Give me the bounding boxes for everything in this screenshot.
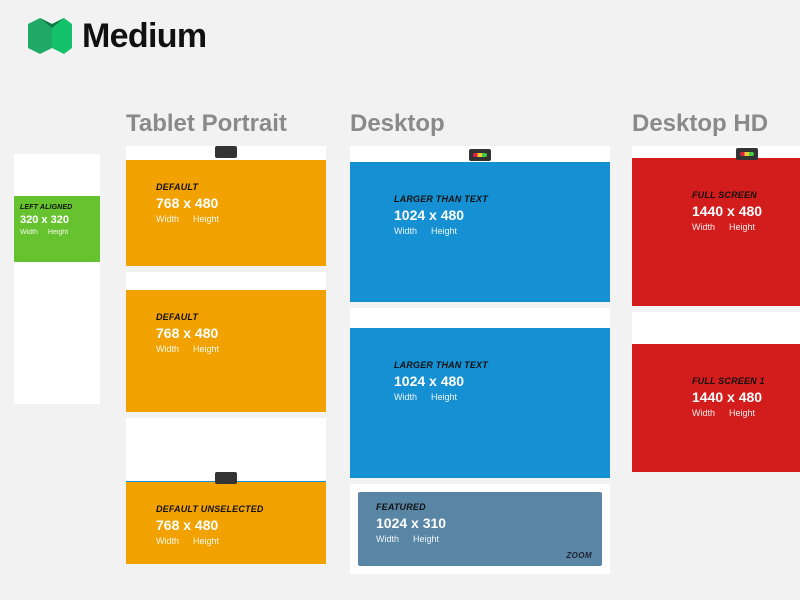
card-dims: 1024 x 480	[394, 373, 600, 389]
card-larger-than-text-1: LARGER THAN TEXT 1024 x 480 Width Height	[350, 162, 610, 302]
brand-name: Medium	[82, 19, 206, 53]
frame-desktop-3: Featured 1024 x 310 Width Height ZOOM	[350, 484, 610, 574]
height-label: Height	[413, 534, 439, 544]
header: Medium	[0, 0, 800, 64]
col-mobile: . LEFT ALIGNED 320 x 320 Width Height	[14, 110, 100, 404]
height-label: Height	[48, 229, 68, 236]
card-label: DEFAULT	[156, 182, 316, 192]
zoom-label: ZOOM	[566, 551, 592, 560]
card-featured: Featured 1024 x 310 Width Height ZOOM	[358, 492, 602, 566]
card-wh: Width Height	[692, 222, 800, 232]
columns: . LEFT ALIGNED 320 x 320 Width Height Ta…	[0, 110, 800, 574]
card-label: LARGER THAN TEXT	[394, 360, 600, 370]
card-wh: Width Height	[156, 344, 316, 354]
card-label: DEFAULT UNSELECTED	[156, 504, 316, 514]
card-label: FULL SCREEN 1	[692, 376, 800, 386]
width-label: Width	[156, 536, 179, 546]
col-hd: Desktop HD FULL SCREEN 1440 x 480 Width …	[632, 110, 800, 472]
card-label: FULL SCREEN	[692, 190, 800, 200]
card-full-screen-1: FULL SCREEN 1 1440 x 480 Width Height	[632, 344, 800, 472]
stack-tablet: DEFAULT 768 x 480 Width Height DEFAULT 7…	[126, 146, 326, 564]
height-label: Height	[431, 226, 457, 236]
width-label: Width	[692, 408, 715, 418]
width-label: Width	[394, 226, 417, 236]
card-default-1: DEFAULT 768 x 480 Width Height	[126, 160, 326, 266]
card-dims: 320 x 320	[20, 214, 94, 226]
col-desktop: Desktop LARGER THAN TEXT 1024 x 480 Widt…	[350, 110, 610, 574]
card-wh: Width Height	[376, 534, 592, 544]
col-title-tablet: Tablet Portrait	[126, 110, 326, 138]
window-traffic-icon[interactable]	[469, 149, 491, 161]
card-dims: 1440 x 480	[692, 203, 800, 219]
card-label: Featured	[376, 502, 592, 512]
card-dims: 1024 x 310	[376, 515, 592, 531]
col-title-desktop: Desktop	[350, 110, 610, 138]
frame-mobile: LEFT ALIGNED 320 x 320 Width Height	[14, 154, 100, 404]
handle-icon[interactable]	[215, 472, 237, 484]
frame-tablet-2: DEFAULT 768 x 480 Width Height	[126, 272, 326, 412]
card-wh: Width Height	[156, 214, 316, 224]
stack-hd: FULL SCREEN 1440 x 480 Width Height FULL…	[632, 146, 800, 472]
frame-desktop-1: LARGER THAN TEXT 1024 x 480 Width Height	[350, 146, 610, 302]
height-label: Height	[431, 392, 457, 402]
frame-hd-1: FULL SCREEN 1440 x 480 Width Height	[632, 146, 800, 306]
card-wh: Width Height	[692, 408, 800, 418]
window-traffic-icon[interactable]	[736, 148, 758, 160]
height-label: Height	[193, 536, 219, 546]
card-wh: Width Height	[394, 226, 600, 236]
frame-desktop-2: LARGER THAN TEXT 1024 x 480 Width Height	[350, 308, 610, 478]
card-label: DEFAULT	[156, 312, 316, 322]
medium-logo-icon	[28, 18, 72, 54]
width-label: Width	[156, 344, 179, 354]
card-full-screen: FULL SCREEN 1440 x 480 Width Height	[632, 158, 800, 306]
card-label: LEFT ALIGNED	[20, 204, 94, 211]
width-label: Width	[20, 229, 38, 236]
card-wh: Width Height	[20, 229, 94, 236]
height-label: Height	[193, 214, 219, 224]
width-label: Width	[692, 222, 715, 232]
stack-mobile: LEFT ALIGNED 320 x 320 Width Height	[14, 154, 100, 404]
stack-desktop: LARGER THAN TEXT 1024 x 480 Width Height…	[350, 146, 610, 574]
card-larger-than-text-2: LARGER THAN TEXT 1024 x 480 Width Height	[350, 328, 610, 478]
card-wh: Width Height	[156, 536, 316, 546]
card-default-unselected: DEFAULT UNSELECTED 768 x 480 Width Heigh…	[126, 482, 326, 564]
frame-tablet-3: DEFAULT UNSELECTED 768 x 480 Width Heigh…	[126, 418, 326, 564]
card-dims: 768 x 480	[156, 517, 316, 533]
height-label: Height	[193, 344, 219, 354]
height-label: Height	[729, 408, 755, 418]
col-title-hd: Desktop HD	[632, 110, 800, 138]
card-default-2: DEFAULT 768 x 480 Width Height	[126, 290, 326, 412]
frame-hd-2: FULL SCREEN 1 1440 x 480 Width Height	[632, 312, 800, 472]
width-label: Width	[376, 534, 399, 544]
card-dims: 1024 x 480	[394, 207, 600, 223]
height-label: Height	[729, 222, 755, 232]
handle-icon[interactable]	[215, 146, 237, 158]
card-dims: 768 x 480	[156, 325, 316, 341]
width-label: Width	[394, 392, 417, 402]
card-dims: 768 x 480	[156, 195, 316, 211]
card-left-aligned: LEFT ALIGNED 320 x 320 Width Height	[14, 196, 100, 262]
col-tablet: Tablet Portrait DEFAULT 768 x 480 Width …	[126, 110, 326, 564]
card-label: LARGER THAN TEXT	[394, 194, 600, 204]
card-dims: 1440 x 480	[692, 389, 800, 405]
width-label: Width	[156, 214, 179, 224]
card-wh: Width Height	[394, 392, 600, 402]
frame-tablet-1: DEFAULT 768 x 480 Width Height	[126, 146, 326, 266]
